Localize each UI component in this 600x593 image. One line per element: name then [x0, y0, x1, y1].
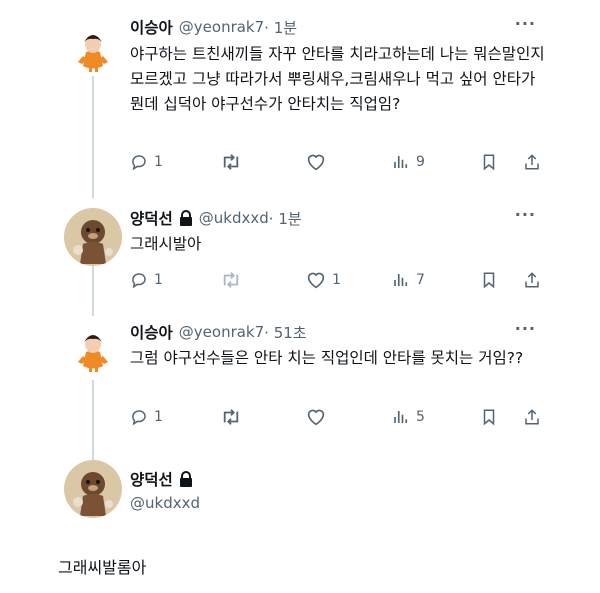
reply-button[interactable]: 1: [130, 271, 163, 289]
retweet-icon: [223, 272, 239, 288]
tweet-text: 그래시발아: [130, 235, 202, 253]
tweet-header: 이승아 @yeonrak7 · 1분: [130, 16, 297, 38]
bookmark-icon: [483, 409, 495, 426]
reply-count: 1: [154, 409, 163, 425]
reply-icon: [132, 410, 146, 426]
display-name[interactable]: 이승아: [130, 321, 173, 343]
thread-line: [92, 380, 94, 460]
views-count: 7: [416, 272, 425, 288]
views-button[interactable]: 9: [392, 153, 425, 171]
avatar[interactable]: [64, 18, 122, 76]
like-button[interactable]: [306, 153, 332, 171]
share-icon: [525, 154, 539, 170]
reply-button[interactable]: 1: [130, 153, 163, 171]
views-icon: [394, 156, 408, 168]
reply-count: 1: [154, 272, 163, 288]
like-icon: [307, 409, 325, 426]
profile-handle-row: @ukdxxd: [130, 494, 200, 512]
views-button[interactable]: 7: [392, 271, 425, 289]
thread-line: [92, 266, 94, 316]
like-button[interactable]: [306, 408, 332, 426]
avatar[interactable]: [64, 208, 122, 266]
retweet-button[interactable]: [220, 271, 248, 289]
retweet-icon: [223, 154, 239, 170]
tweet-actions: 1 9: [130, 153, 550, 175]
bookmark-icon: [483, 272, 495, 289]
display-name[interactable]: 양덕선: [130, 468, 173, 490]
more-icon[interactable]: ···: [515, 319, 536, 338]
bookmark-button[interactable]: [480, 408, 498, 426]
views-count: 5: [416, 409, 425, 425]
profile-name-row: 양덕선: [130, 468, 199, 490]
reply-icon: [132, 155, 146, 171]
tweet-actions: 1 5: [130, 408, 550, 430]
reply-count: 1: [154, 154, 163, 170]
views-icon: [394, 274, 408, 286]
more-icon[interactable]: ···: [515, 205, 536, 224]
tweet-text: 야구하는 트친새끼들 자꾸 안타를 치라고하는데 나는 뭐슨말인지 모르겠고 그…: [130, 45, 545, 113]
display-name[interactable]: 양덕선: [130, 207, 173, 229]
bookmark-button[interactable]: [480, 153, 498, 171]
user-handle[interactable]: @ukdxxd: [130, 494, 200, 512]
bookmark-icon: [483, 154, 495, 171]
retweet-icon: [223, 409, 239, 425]
reply-button[interactable]: 1: [130, 408, 163, 426]
more-icon[interactable]: ···: [515, 14, 536, 33]
timestamp[interactable]: · 1분: [269, 208, 302, 229]
lock-icon: [179, 210, 192, 226]
reply-text: 그래씨발롬아: [58, 558, 147, 577]
avatar[interactable]: [64, 460, 122, 518]
display-name[interactable]: 이승아: [130, 16, 173, 38]
tweet-actions: 1 1 7: [130, 271, 550, 293]
tweet-header: 이승아 @yeonrak7 · 51초: [130, 321, 307, 343]
share-icon: [525, 409, 539, 425]
share-button[interactable]: [523, 408, 541, 426]
retweet-button[interactable]: [220, 408, 248, 426]
reply-icon: [132, 273, 146, 289]
like-button[interactable]: 1: [306, 271, 341, 289]
timestamp[interactable]: · 1분: [264, 17, 297, 38]
retweet-button[interactable]: [220, 153, 248, 171]
share-button[interactable]: [523, 271, 541, 289]
tweet-text: 그럼 야구선수들은 안타 치는 직업인데 안타를 못치는 거임??: [130, 349, 524, 367]
like-icon: [307, 272, 325, 289]
thread-line: [92, 76, 94, 198]
views-button[interactable]: 5: [392, 408, 425, 426]
share-icon: [525, 272, 539, 288]
user-handle[interactable]: @yeonrak7: [179, 18, 264, 36]
avatar[interactable]: [64, 318, 122, 376]
share-button[interactable]: [523, 153, 541, 171]
bookmark-button[interactable]: [480, 271, 498, 289]
tweet-header: 양덕선 @ukdxxd · 1분: [130, 207, 302, 229]
like-icon: [307, 154, 325, 171]
views-icon: [394, 411, 408, 423]
timestamp[interactable]: · 51초: [264, 322, 306, 343]
views-count: 9: [416, 154, 425, 170]
like-count: 1: [332, 272, 341, 288]
lock-icon: [179, 471, 192, 487]
user-handle[interactable]: @yeonrak7: [179, 323, 264, 341]
user-handle[interactable]: @ukdxxd: [199, 209, 269, 227]
